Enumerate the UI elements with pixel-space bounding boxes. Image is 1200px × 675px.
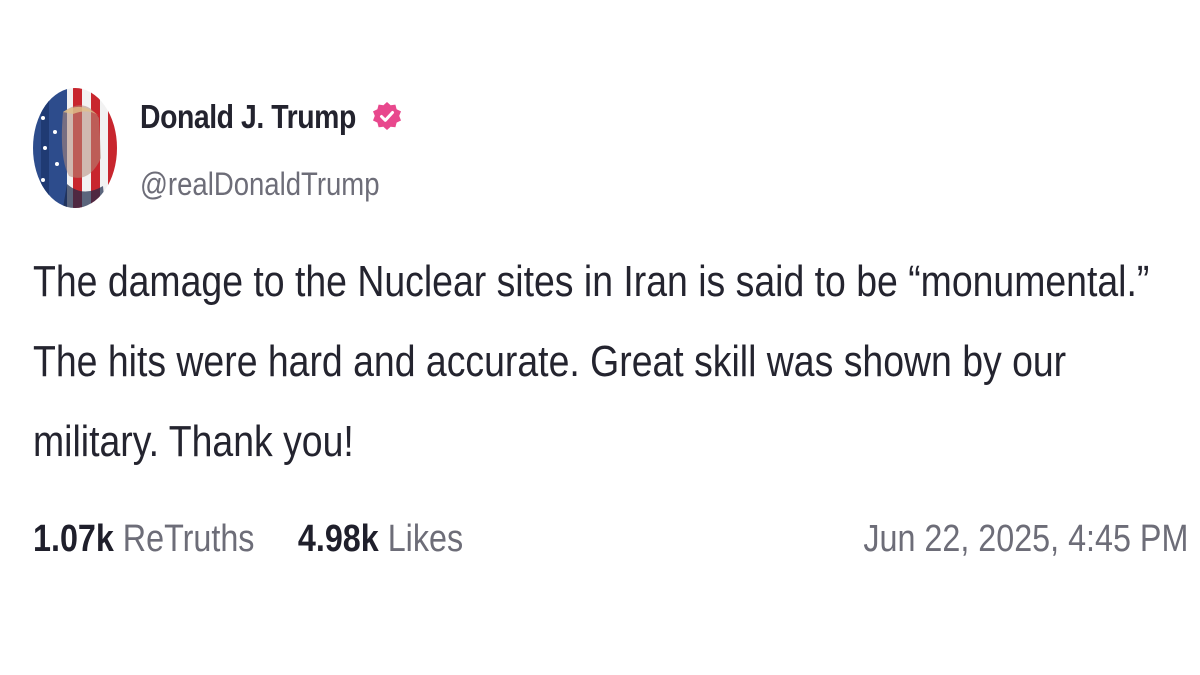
post-text-line: The damage to the Nuclear sites in Iran … [33,257,1150,306]
likes-count: 4.98k [297,518,379,560]
retruths-label: ReTruths [122,518,255,560]
avatar[interactable] [33,88,117,208]
retruths-count: 1.07k [33,518,114,560]
author-name[interactable]: Donald J. Trump [140,98,356,136]
post-text-line: The hits were hard and accurate. Great s… [33,337,1067,386]
post-timestamp[interactable]: Jun 22, 2025, 4:45 PM [863,518,1188,561]
post-text: The damage to the Nuclear sites in Iran … [33,242,1172,482]
social-post: Donald J. Trump @realDonaldTrump The dam… [0,0,1200,675]
post-stats: 1.07k ReTruths 4.98k Likes [33,518,463,561]
retruths-stat[interactable]: 1.07k ReTruths [33,518,263,560]
likes-label: Likes [387,518,464,560]
author-handle[interactable]: @realDonaldTrump [140,166,380,203]
verified-badge-icon [371,101,403,133]
post-text-line: military. Thank you! [33,417,354,466]
likes-stat[interactable]: 4.98k Likes [298,518,463,560]
